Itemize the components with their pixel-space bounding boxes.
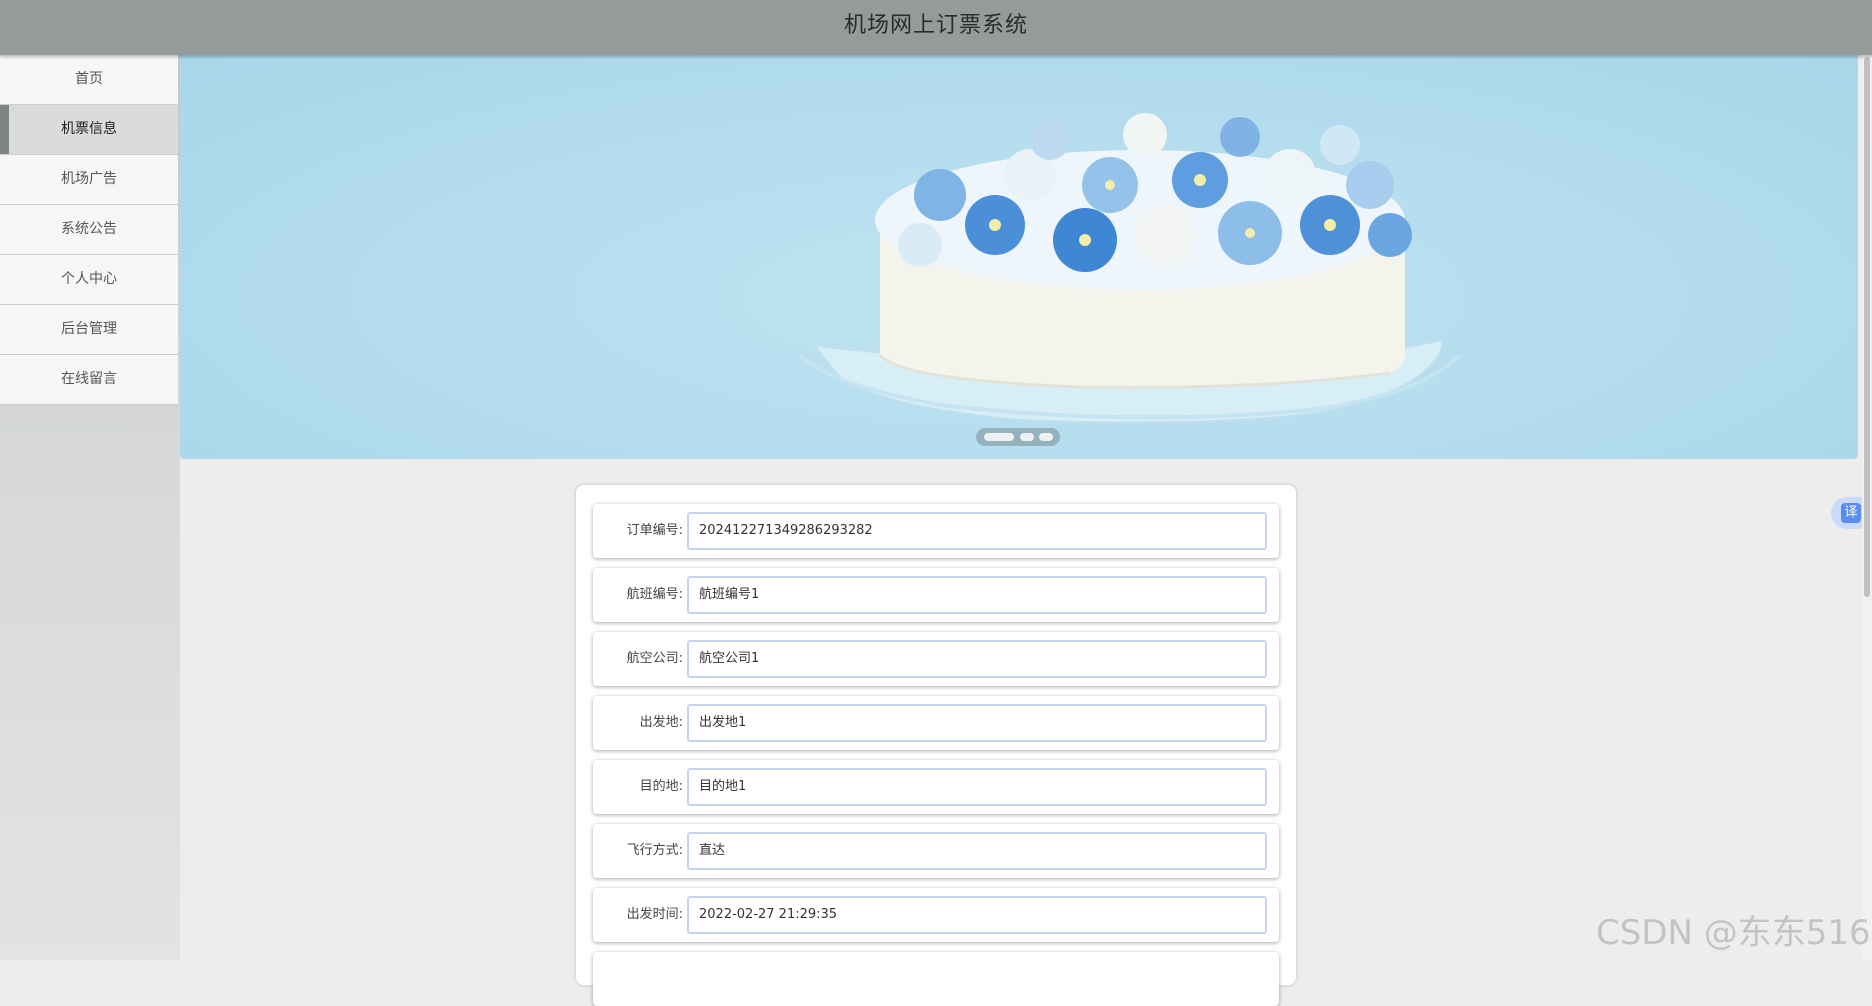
watermark-text: CSDN @东东516 [1596,913,1871,953]
top-bar: 机场网上订票系统 [0,0,1872,55]
carousel-dot-3[interactable] [1039,433,1053,441]
order-number-label: 订单编号: [626,523,683,538]
page-scrollbar[interactable] [1862,55,1872,960]
ticket-detail-form: 订单编号: 20241227134928629​3282 航班编号: 航班编号1… [576,485,1296,1006]
sidebar-menu: 首页 机票信息 机场广告 系统公告 个人中心 后台管理 在线留言 [0,55,178,405]
sidebar-item-system-notice[interactable]: 系统公告 [0,205,178,255]
carousel-dot-2[interactable] [1020,433,1034,441]
form-row-departure: 出发地: 出发地1 [593,696,1279,750]
flight-type-label: 飞行方式: [626,843,683,858]
flight-number-label: 航班编号: [626,587,683,602]
carousel-dot-1[interactable] [984,433,1014,441]
flight-type-input[interactable]: 直达 [687,832,1267,870]
banner-carousel[interactable] [180,55,1858,459]
form-row-departure-time: 出发时间: 2022-02-27 21:29:35 [593,888,1279,942]
departure-label: 出发地: [639,715,683,730]
departure-input[interactable]: 出发地1 [687,704,1267,742]
sidebar-item-airport-ads[interactable]: 机场广告 [0,155,178,205]
order-number-input[interactable]: 20241227134928629​3282 [687,512,1267,550]
airline-input[interactable]: 航空公司1 [687,640,1267,678]
carousel-indicators[interactable] [976,428,1060,446]
form-row-destination: 目的地: 目的地1 [593,760,1279,814]
scrollbar-thumb[interactable] [1864,57,1870,597]
form-row-order-number: 订单编号: 20241227134928629​3282 [593,504,1279,558]
translate-icon: 译 [1841,503,1861,523]
airline-label: 航空公司: [626,651,683,666]
sidebar-item-message-board[interactable]: 在线留言 [0,355,178,405]
form-row-flight-type: 飞行方式: 直达 [593,824,1279,878]
sidebar-item-ticket-info[interactable]: 机票信息 [0,105,178,155]
sidebar: 首页 机票信息 机场广告 系统公告 个人中心 后台管理 在线留言 [0,55,180,960]
form-row-partial [593,952,1279,1006]
form-row-flight-number: 航班编号: 航班编号1 [593,568,1279,622]
sidebar-item-home[interactable]: 首页 [0,55,178,105]
flight-number-input[interactable]: 航班编号1 [687,576,1267,614]
destination-input[interactable]: 目的地1 [687,768,1267,806]
sidebar-item-personal-center[interactable]: 个人中心 [0,255,178,305]
sidebar-item-admin[interactable]: 后台管理 [0,305,178,355]
form-row-airline: 航空公司: 航空公司1 [593,632,1279,686]
banner-cake-image [798,113,1462,424]
destination-label: 目的地: [639,779,683,794]
departure-time-label: 出发时间: [626,907,683,922]
departure-time-input[interactable]: 2022-02-27 21:29:35 [687,896,1267,934]
app-title: 机场网上订票系统 [843,13,1028,38]
